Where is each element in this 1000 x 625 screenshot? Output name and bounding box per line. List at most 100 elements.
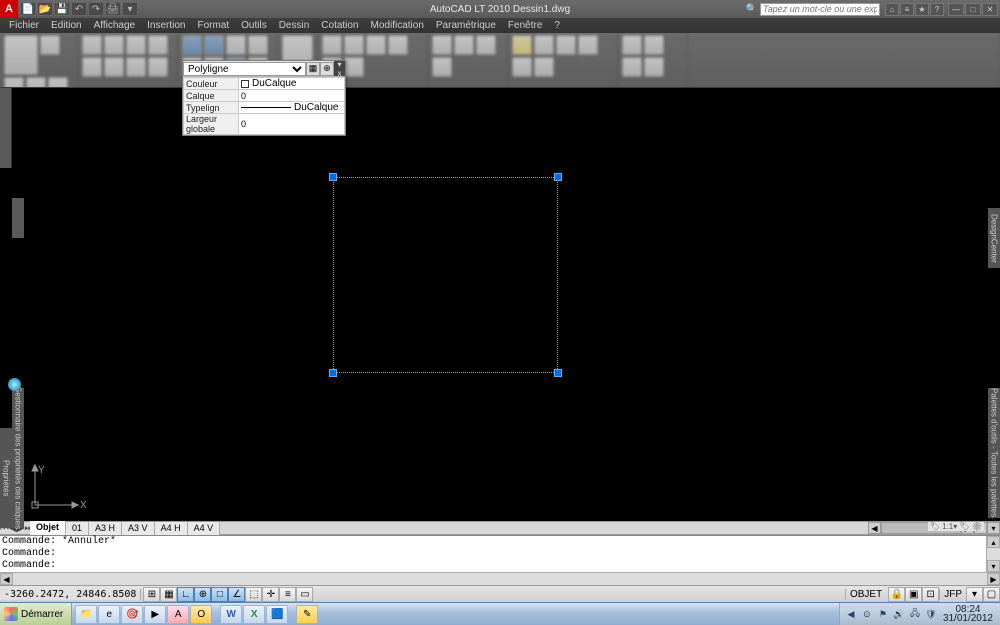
otrack-toggle[interactable]: ∠ [228,587,245,602]
qat-open-icon[interactable]: 📂 [37,2,53,16]
grip-handle[interactable] [554,173,562,181]
space-label[interactable]: OBJET [845,589,886,600]
annotation-scale-tags[interactable]: 🏷 1:1▾ 🏷 ⚙ [928,522,984,531]
hscroll-left-icon[interactable]: ◀ [868,522,881,534]
task-word-icon[interactable]: W [220,605,242,624]
osnap-toggle[interactable]: □ [211,587,228,602]
tab-a3v[interactable]: A3 V [122,522,155,535]
tab-a4h[interactable]: A4 H [155,522,188,535]
cmd-hscrollbar[interactable]: ◀▶ [0,572,1000,585]
status-btn[interactable]: ⊡ [922,587,939,602]
menu-fichier[interactable]: Fichier [3,18,45,33]
dyn-toggle[interactable]: ✛ [262,587,279,602]
qat-undo-icon[interactable]: ↶ [71,2,87,16]
selected-polyline[interactable] [333,177,558,373]
minimize-button[interactable]: — [948,3,964,16]
command-input-line[interactable]: Commande: [0,560,986,572]
menu-outils[interactable]: Outils [235,18,273,33]
qat-save-icon[interactable]: 💾 [54,2,70,16]
taskbar-clock[interactable]: 08:2431/01/2012 [941,605,995,623]
prop-value-largeur[interactable]: 0 [239,114,345,135]
tab-a3h[interactable]: A3 H [89,522,122,535]
subscription-icon[interactable]: ⌂ [885,3,899,16]
grip-handle[interactable] [329,173,337,181]
prop-label: Couleur [184,78,239,90]
close-button[interactable]: ✕ [982,3,998,16]
menu-dessin[interactable]: Dessin [273,18,316,33]
status-menu-icon[interactable]: ▾ [966,587,983,602]
quickselect-icon[interactable]: ▦ [306,62,320,76]
qat-more-icon[interactable]: ▾ [122,2,138,16]
prop-value-couleur[interactable]: DuCalque [239,78,345,90]
menu-cotation[interactable]: Cotation [315,18,364,33]
task-app-icon[interactable]: ▶ [144,605,166,624]
qat-redo-icon[interactable]: ↷ [88,2,104,16]
lwt-toggle[interactable]: ≡ [279,587,296,602]
snap-toggle[interactable]: ⊞ [143,587,160,602]
menu-fenetre[interactable]: Fenêtre [502,18,548,33]
favorites-icon[interactable]: ★ [915,3,929,16]
cmd-vscrollbar[interactable]: ▴▾ [986,536,1000,572]
windows-logo-icon [4,607,18,621]
task-outlook-icon[interactable]: O [190,605,212,624]
task-app-icon[interactable]: 🎯 [121,605,143,624]
tray-icon[interactable]: ⚑ [877,608,889,620]
menu-affichage[interactable]: Affichage [88,18,142,33]
vscroll-down-icon[interactable]: ▾ [987,522,1000,534]
status-btn[interactable]: ▣ [905,587,922,602]
comm-icon[interactable]: ≡ [900,3,914,16]
task-excel-icon[interactable]: X [243,605,265,624]
menu-insertion[interactable]: Insertion [141,18,191,33]
polar-toggle[interactable]: ⊕ [194,587,211,602]
palette-proprietes[interactable]: Propriétés [0,428,12,528]
cleanscreen-icon[interactable]: ▢ [983,587,1000,602]
help-icon[interactable]: ? [930,3,944,16]
tray-expand-icon[interactable]: ◀ [845,608,857,620]
coordinates-display[interactable]: -3260.2472, 24846.8508 [0,589,141,600]
menu-edition[interactable]: Edition [45,18,88,33]
tab-a4v[interactable]: A4 V [188,522,221,535]
comm-center-icon[interactable] [8,378,21,391]
start-button[interactable]: Démarrer [0,603,72,625]
menu-modification[interactable]: Modification [365,18,430,33]
palette-designcenter[interactable]: DesignCenter [988,208,1000,268]
properties-palette[interactable]: Polyligne ▦ ⊕ ▾x CouleurDuCalque Calque0… [182,60,346,136]
task-app-icon[interactable]: 🟦 [266,605,288,624]
prop-value-typelign[interactable]: DuCalque [239,102,345,114]
task-autocad-icon[interactable]: A [167,605,189,624]
status-lock-icon[interactable]: 🔒 [888,587,905,602]
tray-icon[interactable]: 🛡 [925,608,937,620]
task-ie-icon[interactable]: e [98,605,120,624]
ortho-toggle[interactable]: ∟ [177,587,194,602]
menu-format[interactable]: Format [191,18,235,33]
app-logo[interactable]: A [0,0,18,18]
tray-icon[interactable]: ⊙ [861,608,873,620]
qp-toggle[interactable]: ▭ [296,587,313,602]
task-notes-icon[interactable]: ✎ [296,605,318,624]
tab-objet[interactable]: Objet [30,521,66,535]
palette-close-icon[interactable]: ▾x [334,61,345,76]
grip-handle[interactable] [329,369,337,377]
maximize-button[interactable]: □ [965,3,981,16]
tab-01[interactable]: 01 [66,522,89,535]
left-toolbar-strip-2[interactable] [12,198,24,238]
grip-handle[interactable] [554,369,562,377]
qat-new-icon[interactable]: 📄 [20,2,36,16]
task-explorer-icon[interactable]: 📁 [75,605,97,624]
palette-layers[interactable]: Gestionnaire des propriétés des calques [12,388,24,528]
drawing-canvas[interactable]: Propriétés Gestionnaire des propriétés d… [0,88,1000,521]
command-window[interactable]: 🏷 1:1▾ 🏷 ⚙ Commande: *Annuler* Commande:… [0,535,1000,585]
palette-tools[interactable]: Palettes d'outils - Toutes les palettes [988,388,1000,518]
pickadd-icon[interactable]: ⊕ [320,62,334,76]
tray-volume-icon[interactable]: 🔊 [893,608,905,620]
tray-network-icon[interactable]: 🖧 [909,608,921,620]
ducs-toggle[interactable]: ⬚ [245,587,262,602]
menu-parametrique[interactable]: Paramétrique [430,18,502,33]
grid-toggle[interactable]: ▦ [160,587,177,602]
object-type-select[interactable]: Polyligne [183,62,306,76]
prop-value-calque[interactable]: 0 [239,90,345,102]
qat-print-icon[interactable]: 🖨 [105,2,121,16]
left-toolbar-strip[interactable] [0,88,12,168]
search-input[interactable] [760,3,880,16]
menu-help[interactable]: ? [548,18,566,33]
